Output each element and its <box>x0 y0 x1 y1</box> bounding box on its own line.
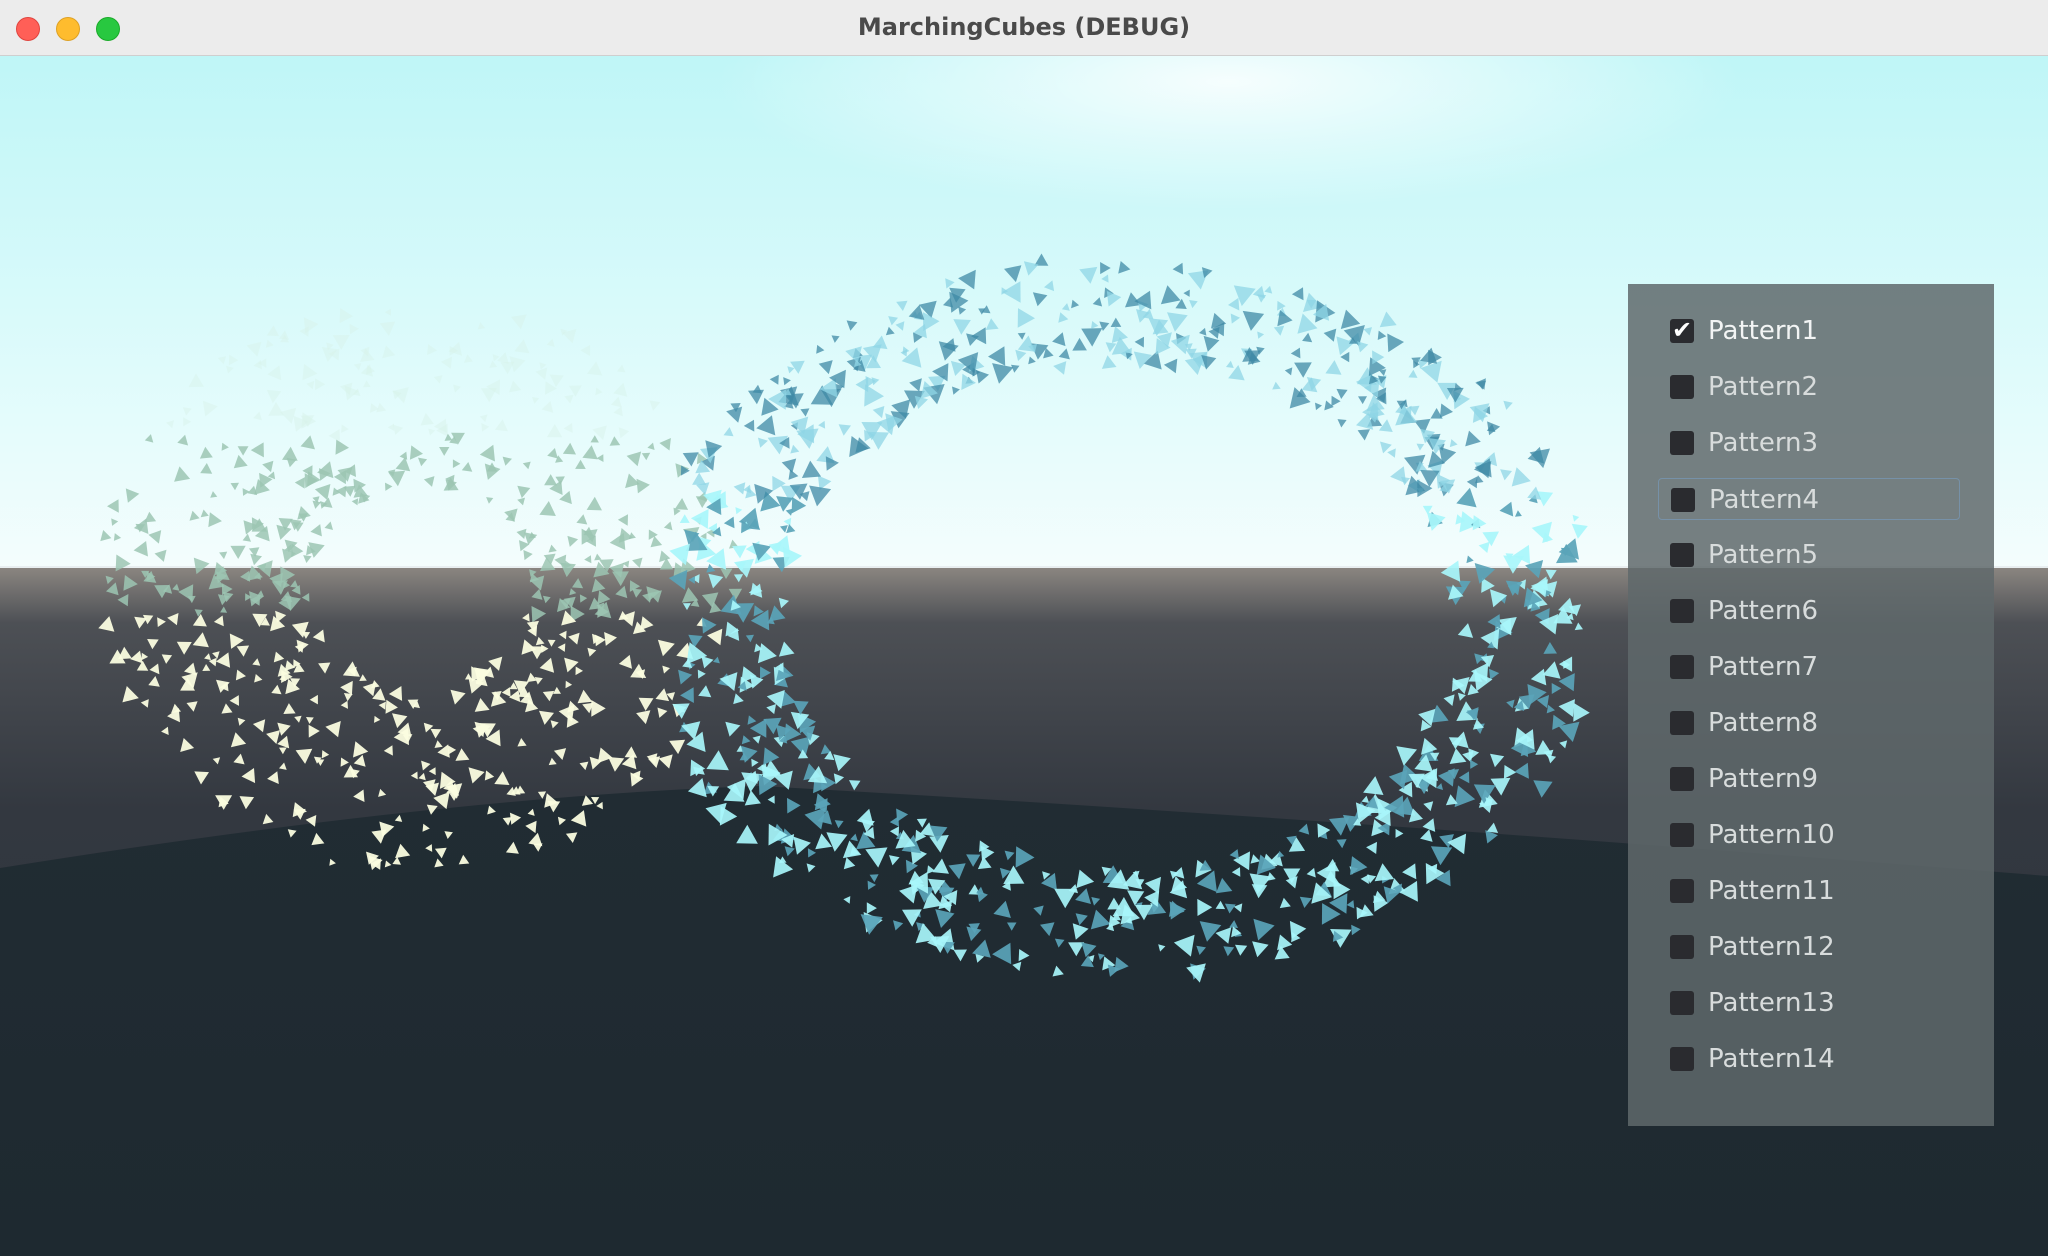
pattern-label: Pattern13 <box>1708 988 1835 1018</box>
pattern-label: Pattern5 <box>1708 540 1819 570</box>
title-bar[interactable]: MarchingCubes (DEBUG) <box>0 0 2048 56</box>
pattern-label: Pattern1 <box>1708 316 1819 346</box>
pattern-checkbox-10[interactable]: Pattern10 <box>1662 814 1962 856</box>
checkbox-unchecked[interactable] <box>1670 935 1694 959</box>
checkbox-unchecked[interactable] <box>1670 543 1694 567</box>
checkmark-icon: ✔ <box>1672 316 1693 344</box>
pattern-label: Pattern11 <box>1708 876 1835 906</box>
pattern-checkbox-2[interactable]: Pattern2 <box>1662 366 1962 408</box>
checkbox-unchecked[interactable] <box>1670 375 1694 399</box>
checkbox-unchecked[interactable] <box>1670 655 1694 679</box>
pattern-checkbox-8[interactable]: Pattern8 <box>1662 702 1962 744</box>
pattern-checkbox-4[interactable]: Pattern4 <box>1658 478 1960 520</box>
checkbox-unchecked[interactable] <box>1670 431 1694 455</box>
app-window: MarchingCubes (DEBUG) ✔ Pattern1 Pattern… <box>0 0 2048 1256</box>
pattern-label: Pattern2 <box>1708 372 1819 402</box>
pattern-checkbox-12[interactable]: Pattern12 <box>1662 926 1962 968</box>
checkbox-unchecked[interactable] <box>1670 1047 1694 1071</box>
pattern-checkbox-14[interactable]: Pattern14 <box>1662 1038 1962 1080</box>
checkbox-unchecked[interactable] <box>1670 879 1694 903</box>
pattern-label: Pattern6 <box>1708 596 1819 626</box>
checkbox-unchecked[interactable] <box>1670 823 1694 847</box>
pattern-checkbox-7[interactable]: Pattern7 <box>1662 646 1962 688</box>
pattern-checkbox-5[interactable]: Pattern5 <box>1662 534 1962 576</box>
3d-viewport[interactable]: ✔ Pattern1 Pattern2 Pattern3 Pattern4 Pattern… <box>0 56 2048 1256</box>
pattern-label: Pattern12 <box>1708 932 1835 962</box>
pattern-checkbox-1[interactable]: ✔ Pattern1 <box>1662 310 1962 352</box>
checkbox-unchecked[interactable] <box>1670 599 1694 623</box>
pattern-label: Pattern10 <box>1708 820 1835 850</box>
pattern-label: Pattern9 <box>1708 764 1819 794</box>
checkbox-unchecked[interactable] <box>1671 488 1695 512</box>
pattern-checkbox-11[interactable]: Pattern11 <box>1662 870 1962 912</box>
pattern-checkbox-3[interactable]: Pattern3 <box>1662 422 1962 464</box>
pattern-checkbox-9[interactable]: Pattern9 <box>1662 758 1962 800</box>
checkbox-unchecked[interactable] <box>1670 711 1694 735</box>
pattern-checkbox-6[interactable]: Pattern6 <box>1662 590 1962 632</box>
pattern-label: Pattern4 <box>1709 485 1820 515</box>
pattern-label: Pattern14 <box>1708 1044 1835 1074</box>
window-title: MarchingCubes (DEBUG) <box>857 13 1191 41</box>
pattern-label: Pattern3 <box>1708 428 1819 458</box>
pattern-panel: ✔ Pattern1 Pattern2 Pattern3 Pattern4 Pattern… <box>1628 284 1994 1126</box>
pattern-checkbox-13[interactable]: Pattern13 <box>1662 982 1962 1024</box>
checkbox-unchecked[interactable] <box>1670 767 1694 791</box>
checkbox-checked[interactable]: ✔ <box>1670 316 1694 344</box>
pattern-label: Pattern8 <box>1708 708 1819 738</box>
checkbox-unchecked[interactable] <box>1670 991 1694 1015</box>
pattern-label: Pattern7 <box>1708 652 1819 682</box>
